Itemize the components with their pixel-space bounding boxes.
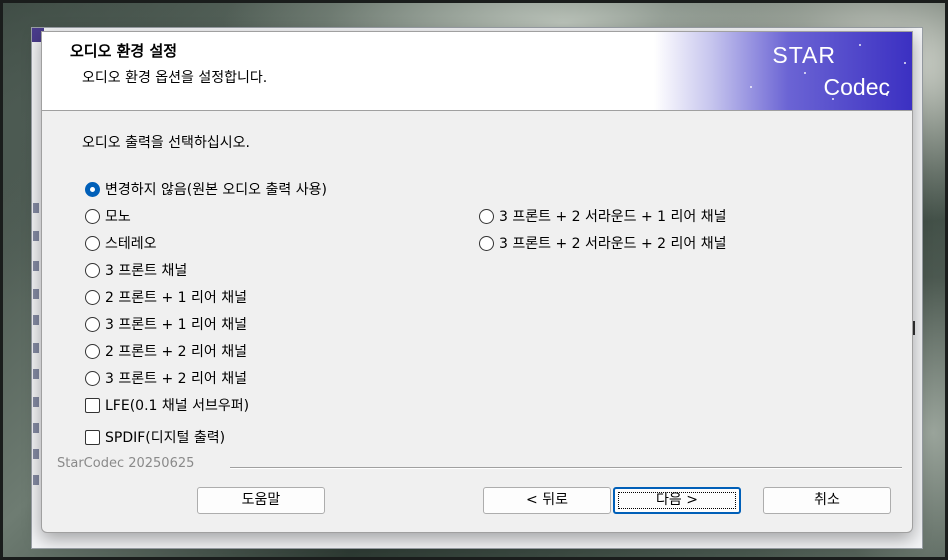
radio-label: 3 프론트 + 2 서라운드 + 1 리어 채널 [499,209,727,225]
radio-button[interactable] [479,235,494,251]
radio-option-2f-1r[interactable]: 2 프론트 + 1 리어 채널 [85,286,247,308]
desktop-background: 오디오 환경 설정 오디오 환경 옵션을 설정합니다. STAR Codec 오… [3,3,945,557]
back-button[interactable]: < 뒤로 [483,487,611,514]
radio-option-3f-2s-2r[interactable]: 3 프론트 + 2 서라운드 + 2 리어 채널 [479,232,726,254]
radio-label: 3 프론트 + 2 리어 채널 [105,371,247,387]
wizard-header: 오디오 환경 설정 오디오 환경 옵션을 설정합니다. STAR Codec [42,32,912,111]
radio-label: 2 프론트 + 2 리어 채널 [105,344,247,360]
logo-text-star: STAR [772,42,836,68]
radio-option-3f-1r[interactable]: 3 프론트 + 1 리어 채널 [85,313,247,335]
radio-label: 변경하지 않음(원본 오디오 출력 사용) [105,182,327,198]
checkbox-label: SPDIF(디지털 출력) [105,430,226,446]
radio-label: 모노 [105,209,131,225]
cancel-button[interactable]: 취소 [763,487,891,514]
radio-label: 스테레오 [105,236,157,252]
version-label: StarCodec 20250625 [57,456,195,471]
radio-button[interactable] [85,208,100,224]
page-subtitle: 오디오 환경 옵션을 설정합니다. [82,70,268,86]
radio-button[interactable] [85,262,100,278]
next-button-label: 다음 > [656,492,698,508]
radio-option-3-front[interactable]: 3 프론트 채널 [85,259,187,281]
background-window-cursor [913,321,915,335]
radio-button-checked[interactable] [85,181,100,197]
radio-option-3f-2s-1r[interactable]: 3 프론트 + 2 서라운드 + 1 리어 채널 [479,205,726,227]
audio-output-prompt: 오디오 출력을 선택하십시오. [82,135,250,151]
footer-divider [230,467,902,469]
radio-option-original[interactable]: 변경하지 않음(원본 오디오 출력 사용) [85,178,327,200]
radio-label: 2 프론트 + 1 리어 채널 [105,290,247,306]
radio-button[interactable] [479,208,494,224]
page-title: 오디오 환경 설정 [70,42,178,60]
radio-option-stereo[interactable]: 스테레오 [85,232,157,254]
starcodec-logo: STAR Codec [654,32,912,110]
radio-option-mono[interactable]: 모노 [85,205,131,227]
checkbox-lfe[interactable]: LFE(0.1 채널 서브우퍼) [85,394,249,416]
logo-text-codec: Codec [823,74,890,100]
radio-button[interactable] [85,289,100,305]
checkbox-box[interactable] [85,429,100,445]
checkbox-spdif[interactable]: SPDIF(디지털 출력) [85,426,225,448]
radio-button[interactable] [85,235,100,251]
audio-settings-dialog: 오디오 환경 설정 오디오 환경 옵션을 설정합니다. STAR Codec 오… [41,31,913,533]
radio-option-3f-2r[interactable]: 3 프론트 + 2 리어 채널 [85,367,247,389]
checkbox-box[interactable] [85,397,100,413]
help-button[interactable]: 도움말 [197,487,325,514]
radio-option-2f-2r[interactable]: 2 프론트 + 2 리어 채널 [85,340,247,362]
radio-button[interactable] [85,370,100,386]
radio-button[interactable] [85,316,100,332]
radio-button[interactable] [85,343,100,359]
radio-label: 3 프론트 + 2 서라운드 + 2 리어 채널 [499,236,727,252]
next-button[interactable]: 다음 > [613,487,741,514]
radio-label: 3 프론트 채널 [105,263,188,279]
checkbox-label: LFE(0.1 채널 서브우퍼) [105,398,250,414]
radio-label: 3 프론트 + 1 리어 채널 [105,317,247,333]
